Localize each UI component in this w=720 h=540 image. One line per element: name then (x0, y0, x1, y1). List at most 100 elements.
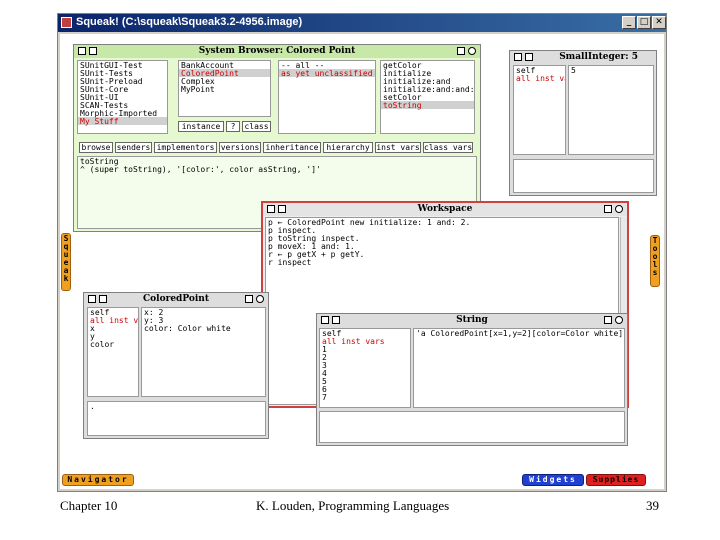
list-item[interactable]: Complex (179, 77, 270, 86)
tools-flap[interactable]: Tools (650, 235, 660, 287)
list-item[interactable]: 5 (320, 377, 410, 386)
flap-letter: s (652, 268, 658, 277)
list-item[interactable]: 7 (320, 393, 410, 402)
coloredpoint-titlebar[interactable]: ColoredPoint (84, 293, 268, 306)
list-item[interactable]: 4 (320, 369, 410, 378)
window-titlebar[interactable]: Squeak! (C:\squeak\Squeak3.2-4956.image)… (58, 14, 666, 32)
implementors-button[interactable]: implementors (154, 142, 217, 153)
eval-pane[interactable] (319, 411, 625, 443)
list-item-selected[interactable]: My Stuff (78, 117, 167, 126)
menu-icon[interactable] (468, 47, 476, 55)
method-list[interactable]: getColor initialize initialize:and initi… (380, 60, 475, 134)
eval-pane[interactable]: . (87, 401, 266, 436)
eval-text: . (90, 402, 95, 411)
value-line: color: Color white (144, 324, 231, 333)
footer-title: K. Louden, Programming Languages (256, 498, 450, 513)
hierarchy-button[interactable]: hierarchy (323, 142, 373, 153)
list-item[interactable]: initialize:and (381, 77, 474, 86)
list-item[interactable]: BankAccount (179, 61, 270, 70)
instance-switch[interactable]: instance (178, 121, 224, 132)
expand-icon[interactable] (604, 205, 612, 213)
eval-pane[interactable] (513, 159, 654, 193)
code-line: p ← ColoredPoint new initialize: 1 and: … (268, 218, 471, 227)
value-pane[interactable]: 5 (568, 65, 654, 155)
smallinteger-inspector: SmallInteger: 5 self all inst vars 5 (509, 50, 657, 196)
menu-icon[interactable] (256, 295, 264, 303)
list-item[interactable]: Morphic-Imported (78, 109, 167, 118)
minimize-button[interactable]: _ (622, 16, 636, 29)
list-item[interactable]: initialize:and:and: (381, 85, 474, 94)
code-line: ^ (super toString), '[color:', color asS… (80, 165, 321, 174)
list-item[interactable]: 2 (320, 353, 410, 362)
list-item[interactable]: all inst vars (88, 316, 138, 325)
list-item[interactable]: SCAN-Tests (78, 101, 167, 110)
list-item[interactable]: 6 (320, 385, 410, 394)
class-vars-button[interactable]: class vars (423, 142, 473, 153)
category-list[interactable]: SUnitGUI-Test SUnit-Tests SUnit-Preload … (77, 60, 168, 134)
menu-icon[interactable] (615, 205, 623, 213)
list-item-selected[interactable]: as yet unclassified (279, 69, 375, 78)
list-item[interactable]: y (88, 332, 138, 341)
widgets-flap[interactable]: Widgets (522, 474, 584, 486)
string-titlebar[interactable]: String (317, 314, 627, 327)
list-item-selected[interactable]: ColoredPoint (179, 69, 270, 78)
list-item[interactable]: color (88, 340, 138, 349)
list-item[interactable]: 1 (320, 345, 410, 354)
list-item[interactable]: x (88, 324, 138, 333)
expand-icon[interactable] (457, 47, 465, 55)
list-item[interactable]: 3 (320, 361, 410, 370)
flap-letter: k (63, 274, 69, 283)
footer-page-number: 39 (646, 498, 659, 513)
senders-button[interactable]: senders (115, 142, 152, 153)
list-item[interactable]: SUnitGUI-Test (78, 61, 167, 70)
workspace-titlebar[interactable]: Workspace (263, 203, 627, 216)
coloredpoint-inspector: ColoredPoint self all inst vars x y colo… (83, 292, 269, 439)
code-line: toString (80, 157, 119, 166)
browser-titlebar[interactable]: System Browser: Colored Point (74, 45, 480, 58)
value-text: 'a ColoredPoint[x=1,y=2][color=Color whi… (416, 329, 625, 338)
squeak-flap[interactable]: Squeak (61, 233, 71, 291)
expand-icon[interactable] (604, 316, 612, 324)
close-icon[interactable] (514, 53, 522, 61)
smallinteger-titlebar[interactable]: SmallInteger: 5 (510, 51, 656, 64)
supplies-flap[interactable]: Supplies (586, 474, 646, 486)
code-line: r inspect (268, 258, 312, 267)
expand-icon[interactable] (245, 295, 253, 303)
list-item[interactable]: self (514, 66, 565, 75)
class-list[interactable]: BankAccount ColoredPoint Complex MyPoint (178, 60, 271, 117)
field-list[interactable]: self all inst vars 1 2 3 4 5 6 7 (319, 328, 411, 408)
list-item[interactable]: getColor (381, 61, 474, 70)
inst-vars-button[interactable]: inst vars (375, 142, 421, 153)
list-item[interactable]: MyPoint (179, 85, 270, 94)
list-item[interactable]: all inst vars (514, 74, 565, 83)
list-item-selected[interactable]: toString (381, 101, 474, 110)
inheritance-button[interactable]: inheritance (263, 142, 321, 153)
close-button[interactable]: ✕ (652, 16, 666, 29)
list-item[interactable]: -- all -- (279, 61, 375, 70)
value-pane[interactable]: 'a ColoredPoint[x=1,y=2][color=Color whi… (413, 328, 625, 408)
help-switch[interactable]: ? (226, 121, 240, 132)
list-item[interactable]: SUnit-Core (78, 85, 167, 94)
value-line: x: 2 (144, 308, 164, 317)
list-item[interactable]: all inst vars (320, 337, 410, 346)
browse-button[interactable]: browse (79, 142, 113, 153)
list-item[interactable]: self (320, 329, 410, 338)
list-item[interactable]: setColor (381, 93, 474, 102)
list-item[interactable]: self (88, 308, 138, 317)
value-pane[interactable]: x: 2 y: 3 color: Color white (141, 307, 266, 397)
field-list[interactable]: self all inst vars x y color (87, 307, 139, 397)
class-switch[interactable]: class (242, 121, 271, 132)
code-line: p moveX: 1 and: 1. (268, 242, 355, 251)
versions-button[interactable]: versions (219, 142, 261, 153)
list-item[interactable]: SUnit-Preload (78, 77, 167, 86)
protocol-list[interactable]: -- all -- as yet unclassified (278, 60, 376, 134)
collapse-icon[interactable] (525, 53, 533, 61)
navigator-flap[interactable]: Navigator (62, 474, 134, 486)
menu-icon[interactable] (615, 316, 623, 324)
list-item[interactable]: SUnit-UI (78, 93, 167, 102)
list-item[interactable]: SUnit-Tests (78, 69, 167, 78)
field-list[interactable]: self all inst vars (513, 65, 566, 155)
maximize-button[interactable]: □ (637, 16, 651, 29)
list-item[interactable]: initialize (381, 69, 474, 78)
string-title: String (456, 315, 488, 325)
